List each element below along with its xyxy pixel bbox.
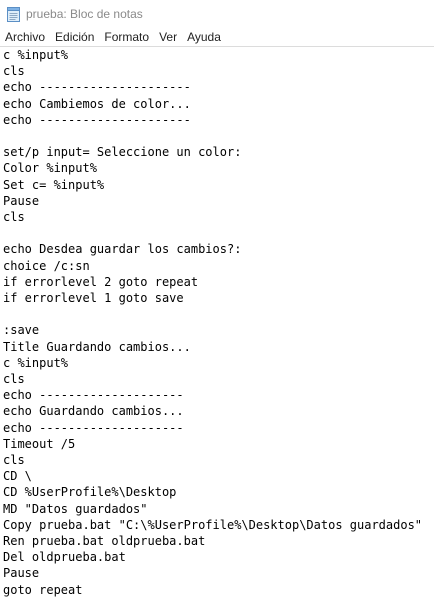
text-line: if errorlevel 2 goto repeat (3, 274, 199, 289)
text-line: if errorlevel 1 goto save (3, 291, 184, 305)
text-line: :save (3, 323, 40, 338)
text-line: cls (3, 372, 25, 386)
menu-bar: Archivo Edición Formato Ver Ayuda (0, 28, 434, 47)
menu-archivo[interactable]: Archivo (0, 29, 49, 45)
text-line: cls (3, 64, 25, 79)
text-line: Set c= %input% (3, 177, 105, 192)
menu-edicion[interactable]: Edición (50, 29, 98, 45)
text-line: echo --------------------- (3, 80, 191, 95)
text-line: echo --------------------- (3, 112, 191, 127)
text-line: goto repeat (3, 582, 83, 597)
text-line: Del oldprueba.bat (3, 550, 126, 565)
menu-ver[interactable]: Ver (154, 29, 181, 45)
menu-formato[interactable]: Formato (99, 29, 153, 45)
window-title: prueba: Bloc de notas (26, 7, 143, 21)
notepad-window: prueba: Bloc de notas Archivo Edición Fo… (0, 0, 434, 600)
text-line: MD "Datos guardados" (3, 501, 148, 516)
text-line: CD %UserProfile%\Desktop (3, 485, 177, 500)
title-bar[interactable]: prueba: Bloc de notas (0, 0, 434, 28)
text-line: echo -------------------- (3, 388, 184, 403)
text-line: c %input% (3, 355, 69, 370)
text-line: choice /c:sn (3, 258, 90, 273)
text-editor-area[interactable]: c %input% cls echo --------------------- ec… (0, 47, 434, 600)
text-line: Pause (3, 566, 40, 581)
text-line: Timeout /5 (3, 436, 76, 451)
text-line: Ren prueba.bat oldprueba.bat (3, 534, 206, 548)
text-line: c %input% (3, 48, 69, 62)
text-line: echo Guardando cambios... (3, 404, 184, 419)
text-line: Color %input% (3, 161, 97, 176)
text-line: cls (3, 210, 25, 224)
text-line: Title Guardando cambios... (3, 339, 191, 354)
notepad-icon (7, 6, 20, 22)
text-line: echo Cambiemos de color... (3, 96, 191, 111)
text-line: echo Desdea guardar los cambios?: (3, 242, 242, 257)
text-line: Pause (3, 193, 40, 208)
text-line: CD \ (3, 469, 32, 484)
text-line: cls (3, 453, 25, 467)
text-line: Copy prueba.bat "C:\%UserProfile%\Deskto… (3, 517, 423, 532)
text-line: echo -------------------- (3, 420, 184, 435)
menu-ayuda[interactable]: Ayuda (182, 29, 225, 45)
text-line: set/p input= Seleccione un color: (3, 145, 242, 160)
